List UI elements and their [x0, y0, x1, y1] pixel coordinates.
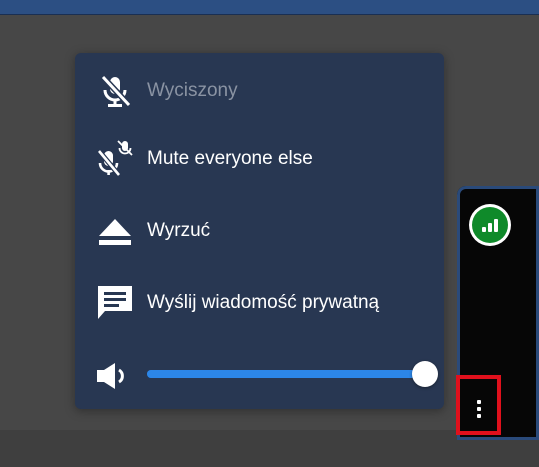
mute-others-icon: [97, 140, 133, 177]
menu-item-muted: Wyciszony: [75, 65, 444, 117]
more-vertical-icon-dot: [477, 407, 481, 411]
participant-menu-button[interactable]: [456, 375, 501, 435]
more-vertical-icon: [477, 400, 481, 404]
message-icon: [98, 286, 132, 319]
menu-item-mute-everyone-else[interactable]: Mute everyone else: [75, 133, 444, 185]
connection-signal-icon[interactable]: [472, 207, 508, 243]
menu-item-label: Wyrzuć: [147, 220, 211, 241]
volume-slider-fill: [147, 370, 425, 378]
volume-slider-thumb[interactable]: [412, 361, 438, 387]
top-toolbar: [0, 0, 539, 15]
more-vertical-icon-dot: [477, 414, 481, 418]
volume-control: [75, 353, 444, 399]
menu-item-kick[interactable]: Wyrzuć: [75, 205, 444, 257]
participant-context-menu: Wyciszony Mute everyone else Wyrzuć Wyśl…: [75, 53, 444, 409]
volume-slider[interactable]: [147, 361, 438, 387]
menu-item-label: Wyciszony: [147, 80, 238, 101]
microphone-off-icon: [100, 74, 132, 108]
eject-icon: [99, 219, 131, 245]
volume-icon: [97, 363, 124, 389]
menu-item-private-message[interactable]: Wyślij wiadomość prywatną: [75, 277, 444, 329]
menu-item-label: Wyślij wiadomość prywatną: [147, 292, 380, 313]
menu-item-label: Mute everyone else: [147, 148, 313, 169]
